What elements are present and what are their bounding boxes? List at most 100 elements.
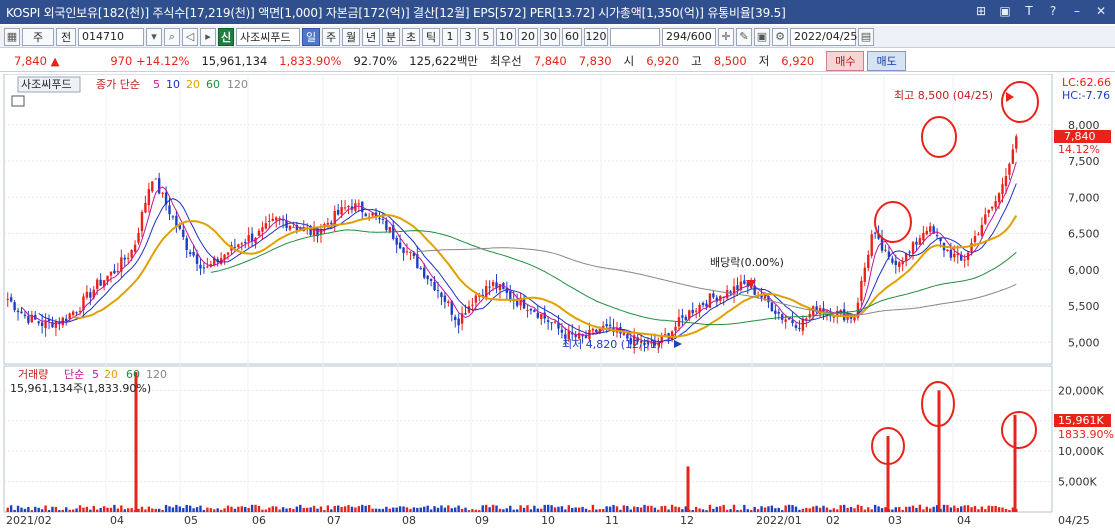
volume-bar (540, 508, 543, 512)
period-day[interactable]: 일 (302, 27, 320, 46)
volume-bar (512, 509, 515, 512)
candle-body (526, 309, 529, 311)
period-year[interactable]: 년 (362, 27, 380, 46)
candle-body (137, 232, 140, 243)
volume-bar (405, 507, 409, 512)
volume-bar (1008, 509, 1011, 512)
volume-bar (546, 504, 550, 512)
interval-1[interactable]: 1 (442, 27, 458, 46)
settings-icon[interactable]: ⚙ (772, 27, 788, 46)
table-icon[interactable] (11, 95, 25, 107)
candle-body (798, 327, 801, 329)
volume-bar (922, 509, 925, 512)
period-minute[interactable]: 분 (382, 27, 400, 46)
calendar-icon[interactable]: ▤ (858, 27, 874, 46)
candle-body (457, 318, 460, 326)
volume-bar (319, 506, 323, 512)
stock-code-input[interactable]: 014710 (78, 27, 144, 46)
search-icon[interactable]: ⌕ (164, 27, 180, 46)
period-second[interactable]: 초 (402, 27, 420, 46)
interval-5[interactable]: 5 (478, 27, 494, 46)
candle-body (595, 329, 598, 333)
interval-3[interactable]: 3 (460, 27, 476, 46)
candle-body (13, 302, 16, 311)
interval-10[interactable]: 10 (496, 27, 516, 46)
volume-bar (715, 506, 719, 512)
custom-interval-input[interactable] (610, 27, 660, 46)
dropdown-icon[interactable]: ▾ (146, 27, 162, 46)
date-input[interactable]: 2022/04/25 (790, 27, 857, 46)
volume-bar (123, 509, 126, 512)
sound-icon[interactable]: ◁ (182, 27, 198, 46)
candle-body (54, 321, 58, 328)
candle-body (918, 238, 922, 245)
candle-body (712, 293, 715, 298)
interval-20[interactable]: 20 (518, 27, 538, 46)
volume-bar (977, 509, 980, 512)
candle-body (474, 295, 478, 303)
volume-bar (426, 505, 429, 512)
candle-body (550, 322, 553, 324)
interval-60[interactable]: 60 (562, 27, 582, 46)
candle-body (491, 282, 495, 286)
candle-body (977, 234, 980, 236)
candle-body (853, 317, 856, 321)
volume-bar (829, 509, 832, 512)
volume-bar (619, 509, 622, 512)
period-tick[interactable]: 틱 (422, 27, 440, 46)
candle-body (188, 252, 192, 255)
help-icon[interactable]: ? (1045, 3, 1061, 19)
ma20-legend: 20 (186, 78, 200, 91)
crosshair-icon[interactable]: ✛ (718, 27, 734, 46)
candle-body (402, 247, 405, 254)
font-icon[interactable]: T (1021, 3, 1037, 19)
candle-body (426, 275, 429, 280)
candle-body (199, 264, 202, 269)
candle-body (126, 257, 130, 259)
volume-bar (61, 509, 65, 512)
candle-body (140, 211, 144, 232)
scope-select[interactable]: 전 (56, 27, 76, 46)
arrow-icon[interactable]: ▸ (200, 27, 216, 46)
layout-icon[interactable]: ⊞ (973, 3, 989, 19)
draw-icon[interactable]: ✎ (736, 27, 752, 46)
volume-bar (27, 506, 30, 512)
volume-bar (168, 506, 171, 512)
volume-bar (639, 507, 643, 512)
volume-bar (836, 509, 839, 512)
x-tick-label: 04 (110, 514, 124, 527)
open-label: 시 (623, 53, 635, 68)
volume-bar (564, 509, 567, 512)
candle-body (37, 321, 40, 324)
buy-button[interactable]: 매수 (826, 50, 865, 71)
type-select[interactable]: 주 (22, 27, 54, 46)
price-tick-label: 7,500 (1068, 155, 1100, 168)
candle-body (894, 260, 898, 266)
volume-bar (453, 507, 457, 512)
candle-body (144, 202, 147, 213)
grid-icon[interactable]: ▦ (4, 27, 20, 46)
period-month[interactable]: 월 (342, 27, 360, 46)
save-icon[interactable]: ▣ (754, 27, 770, 46)
window-icon[interactable]: ▣ (997, 3, 1013, 19)
volume-bar (436, 507, 440, 512)
x-tick-label: 2022/01 (756, 514, 802, 527)
interval-120[interactable]: 120 (584, 27, 608, 46)
minimize-icon[interactable]: – (1069, 3, 1085, 19)
interval-30[interactable]: 30 (540, 27, 560, 46)
candle-body (20, 311, 23, 314)
period-week[interactable]: 주 (322, 27, 340, 46)
volume-tick-label: 5,000K (1058, 476, 1097, 489)
volume-bar (292, 508, 295, 512)
candle-body (161, 192, 164, 194)
count-display[interactable]: 294/600 (662, 27, 716, 46)
candle-body (540, 313, 543, 320)
last-change-text: 14.12% (1058, 143, 1100, 156)
sell-button[interactable]: 매도 (867, 50, 906, 71)
price-volume-chart[interactable]: 5,0005,5006,0006,5007,0007,5008,0005,000… (0, 73, 1115, 528)
chart-area[interactable]: 5,000 5,500 6,000 6,500 7,000 7,500 8,000 5,000… (0, 73, 1115, 528)
close-icon[interactable]: ✕ (1093, 3, 1109, 19)
candle-body (946, 249, 949, 252)
volume-bar (285, 508, 288, 512)
current-price: 7,840 ▲ (14, 53, 60, 68)
